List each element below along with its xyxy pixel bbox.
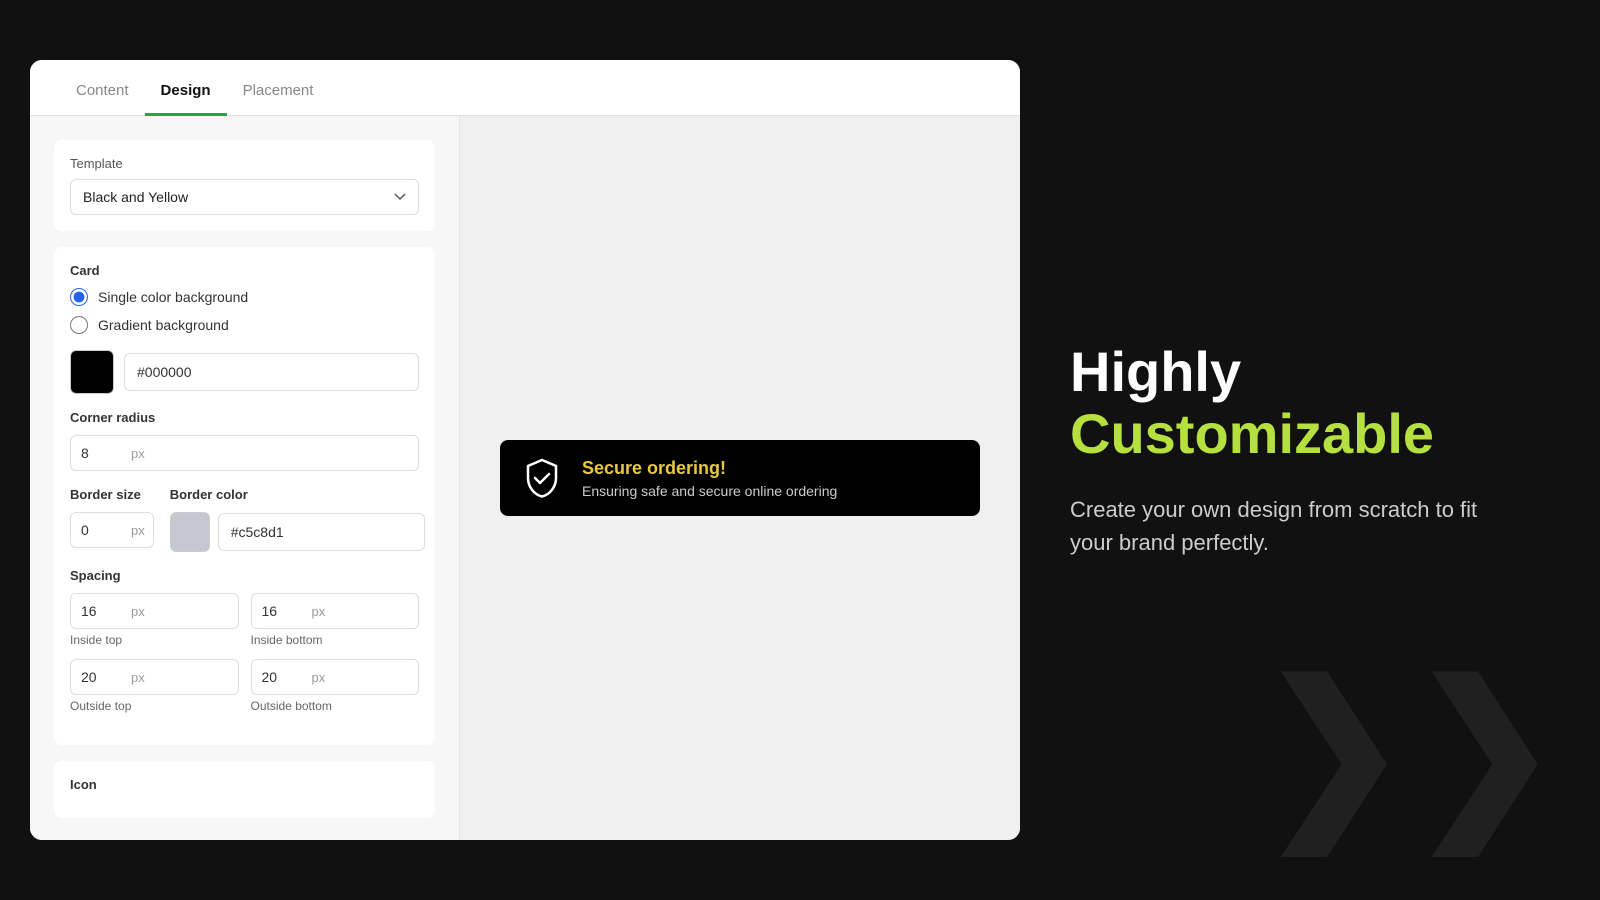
- inside-top-input-group: px: [70, 593, 239, 629]
- radio-single-color[interactable]: Single color background: [70, 288, 419, 306]
- border-size-input[interactable]: [71, 513, 131, 547]
- border-size-input-group: px: [70, 512, 154, 548]
- outside-bottom-unit: px: [312, 661, 334, 694]
- inside-top-item: px Inside top: [70, 593, 239, 647]
- tab-content[interactable]: Content: [60, 82, 145, 116]
- shield-icon: [520, 456, 564, 500]
- outside-top-unit: px: [131, 661, 153, 694]
- corner-radius-row: Corner radius px: [70, 410, 419, 471]
- tab-design[interactable]: Design: [145, 82, 227, 116]
- outside-bottom-input-group: px: [251, 659, 420, 695]
- heading-white: Highly: [1070, 341, 1550, 403]
- outside-bottom-label: Outside bottom: [251, 699, 420, 713]
- radio-gradient[interactable]: Gradient background: [70, 316, 419, 334]
- trust-badge: Secure ordering! Ensuring safe and secur…: [500, 440, 980, 516]
- template-label: Template: [70, 156, 419, 171]
- inside-bottom-input-group: px: [251, 593, 420, 629]
- template-section: Template Black and Yellow Blue and White…: [54, 140, 435, 231]
- border-size-unit: px: [131, 514, 153, 547]
- spacing-label: Spacing: [70, 568, 419, 583]
- preview-area: Secure ordering! Ensuring safe and secur…: [460, 116, 1020, 840]
- border-color-label: Border color: [170, 487, 425, 502]
- right-body-text: Create your own design from scratch to f…: [1070, 493, 1490, 559]
- border-color-col: Border color: [170, 487, 425, 552]
- bg-color-input[interactable]: [124, 353, 419, 391]
- outside-bottom-item: px Outside bottom: [251, 659, 420, 713]
- inside-top-input[interactable]: [71, 594, 131, 628]
- heading-green: Customizable: [1070, 403, 1550, 465]
- corner-radius-label: Corner radius: [70, 410, 419, 425]
- border-color-swatch[interactable]: [170, 512, 210, 552]
- outside-bottom-input[interactable]: [252, 660, 312, 694]
- outside-top-item: px Outside top: [70, 659, 239, 713]
- inside-top-unit: px: [131, 595, 153, 628]
- badge-text-group: Secure ordering! Ensuring safe and secur…: [582, 458, 837, 499]
- border-size-col: Border size px: [70, 487, 154, 548]
- radio-single-label: Single color background: [98, 289, 248, 305]
- outside-top-input-group: px: [70, 659, 239, 695]
- inside-bottom-unit: px: [312, 595, 334, 628]
- inside-bottom-item: px Inside bottom: [251, 593, 420, 647]
- main-panel: Content Design Placement Template Black …: [30, 60, 1020, 840]
- badge-subtitle: Ensuring safe and secure online ordering: [582, 483, 837, 499]
- icon-section-label: Icon: [70, 777, 419, 792]
- card-section: Card Single color background Gradient ba…: [54, 247, 435, 745]
- panel-content: Template Black and Yellow Blue and White…: [30, 116, 1020, 840]
- card-section-label: Card: [70, 263, 419, 278]
- controls-sidebar: Template Black and Yellow Blue and White…: [30, 116, 460, 840]
- radio-gradient-label: Gradient background: [98, 317, 229, 333]
- corner-radius-input-group: px: [70, 435, 419, 471]
- inside-bottom-label: Inside bottom: [251, 633, 420, 647]
- tab-placement[interactable]: Placement: [227, 82, 330, 116]
- spacing-section: Spacing px Inside top px: [70, 568, 419, 713]
- border-size-label: Border size: [70, 487, 154, 502]
- right-heading: Highly Customizable: [1070, 341, 1550, 464]
- corner-radius-unit: px: [131, 437, 153, 470]
- inside-top-label: Inside top: [70, 633, 239, 647]
- border-row: Border size px Border color: [70, 487, 419, 552]
- bg-color-swatch[interactable]: [70, 350, 114, 394]
- icon-section: Icon: [54, 761, 435, 818]
- tabs-bar: Content Design Placement: [30, 60, 1020, 116]
- template-select[interactable]: Black and Yellow Blue and White Green Th…: [70, 179, 419, 215]
- border-color-input[interactable]: [218, 513, 425, 551]
- bg-color-row: [70, 350, 419, 394]
- border-color-row: [170, 512, 425, 552]
- inside-bottom-input[interactable]: [252, 594, 312, 628]
- spacing-grid: px Inside top px Inside bottom: [70, 593, 419, 713]
- outside-top-input[interactable]: [71, 660, 131, 694]
- right-panel: Highly Customizable Create your own desi…: [1020, 0, 1600, 900]
- corner-radius-input[interactable]: [71, 436, 131, 470]
- outside-top-label: Outside top: [70, 699, 239, 713]
- background-type-group: Single color background Gradient backgro…: [70, 288, 419, 334]
- badge-title: Secure ordering!: [582, 458, 837, 479]
